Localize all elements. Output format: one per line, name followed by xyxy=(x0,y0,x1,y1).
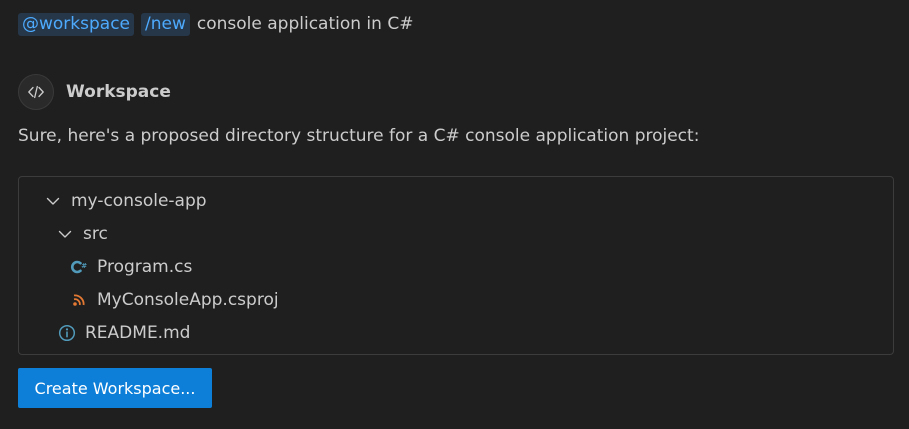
tree-item-readme[interactable]: README.md xyxy=(58,316,190,349)
agent-name: Workspace xyxy=(66,82,171,102)
create-workspace-button[interactable]: Create Workspace... xyxy=(18,368,212,408)
tree-item-csproj[interactable]: MyConsoleApp.csproj xyxy=(70,283,279,316)
csharp-file-icon: # xyxy=(70,258,88,276)
tree-item-label: Program.cs xyxy=(97,256,193,277)
rss-xml-file-icon xyxy=(70,291,88,309)
slash-command-chip[interactable]: /new xyxy=(141,12,190,36)
tree-item-program-cs[interactable]: # Program.cs xyxy=(70,250,192,283)
prompt-text: console application in C# xyxy=(196,14,414,34)
agent-header: Workspace xyxy=(18,74,171,110)
file-tree: my-console-app src # Program.cs MyConsol… xyxy=(18,176,894,355)
code-brackets-icon xyxy=(18,74,54,110)
tree-item-src[interactable]: src xyxy=(56,217,108,250)
user-prompt: @workspace /new console application in C… xyxy=(18,11,413,37)
tree-item-my-console-app[interactable]: my-console-app xyxy=(44,184,207,217)
tree-item-label: my-console-app xyxy=(71,190,207,211)
chat-panel: @workspace /new console application in C… xyxy=(0,0,909,429)
agent-mention-chip[interactable]: @workspace xyxy=(18,12,135,36)
tree-item-label: README.md xyxy=(85,322,191,343)
info-icon xyxy=(58,324,76,342)
tree-item-label: MyConsoleApp.csproj xyxy=(97,289,279,310)
svg-text:#: # xyxy=(81,262,87,270)
response-text: Sure, here's a proposed directory struct… xyxy=(18,126,700,146)
tree-item-label: src xyxy=(83,223,108,244)
chevron-down-icon[interactable] xyxy=(56,225,74,243)
chevron-down-icon[interactable] xyxy=(44,192,62,210)
